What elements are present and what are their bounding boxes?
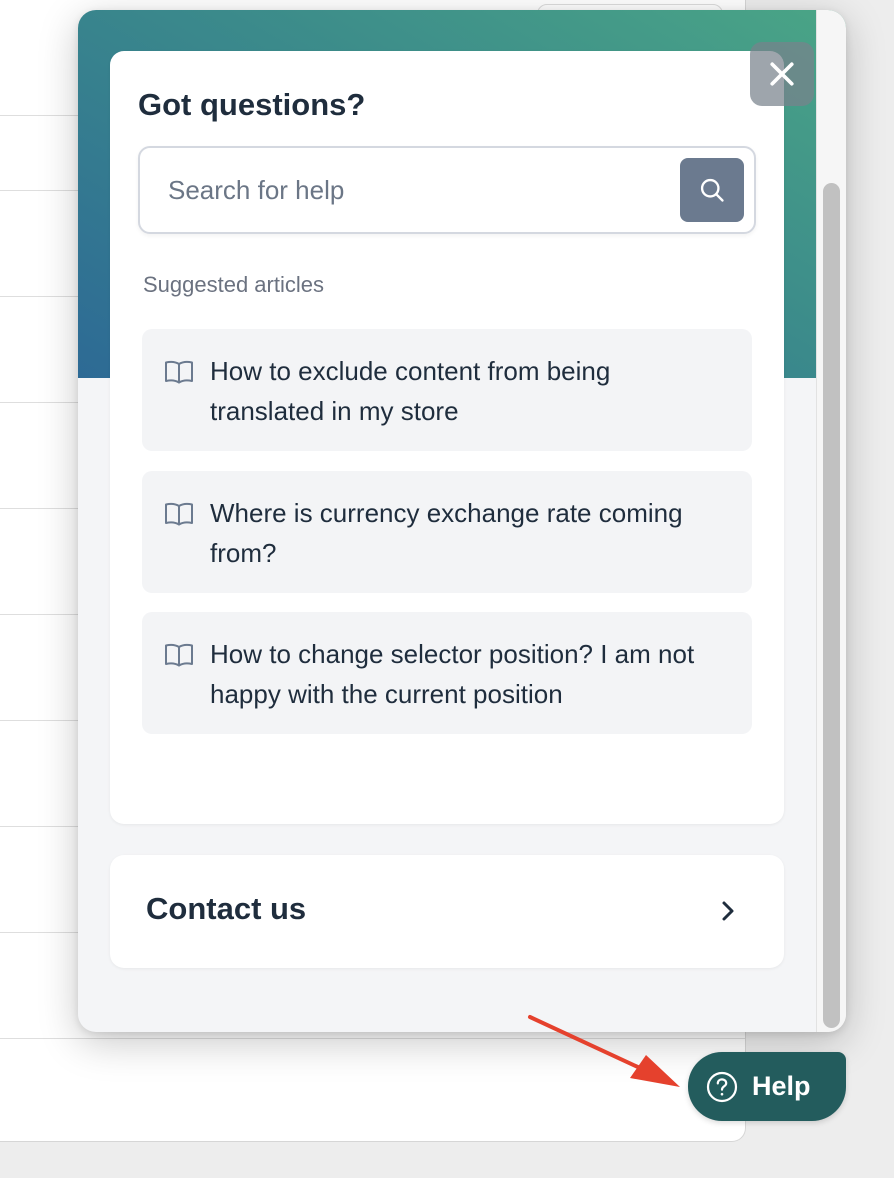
article-item[interactable]: How to exclude content from being transl… [142, 329, 752, 451]
article-item[interactable]: How to change selector position? I am no… [142, 612, 752, 734]
search-button[interactable] [680, 158, 744, 222]
question-circle-icon [706, 1071, 738, 1102]
suggested-articles-label: Suggested articles [143, 272, 324, 297]
help-card: Got questions? Suggested articles How to… [110, 51, 784, 824]
help-launcher-button[interactable]: Help [688, 1052, 846, 1121]
contact-us-label: Contact us [146, 891, 307, 926]
search-box [138, 146, 756, 234]
article-title: How to change selector position? I am no… [210, 639, 695, 709]
contact-us-button[interactable]: Contact us [110, 855, 784, 968]
help-title: Got questions? [138, 87, 366, 122]
help-widget: Got questions? Suggested articles How to… [78, 10, 846, 1032]
background-divider [0, 1038, 745, 1039]
close-icon [770, 62, 794, 86]
background-margin [846, 0, 894, 1178]
book-icon [165, 643, 193, 667]
search-icon [700, 178, 724, 202]
book-icon [165, 360, 193, 384]
article-title: Where is currency exchange rate coming f… [210, 498, 683, 568]
article-item[interactable]: Where is currency exchange rate coming f… [142, 471, 752, 593]
search-input[interactable] [140, 148, 670, 232]
close-button[interactable] [750, 42, 814, 106]
article-title: How to exclude content from being transl… [210, 356, 611, 426]
help-launcher-label: Help [752, 1071, 811, 1101]
chevron-right-icon [722, 901, 734, 921]
book-icon [165, 502, 193, 526]
widget-scrollbar-thumb[interactable] [823, 183, 840, 1028]
